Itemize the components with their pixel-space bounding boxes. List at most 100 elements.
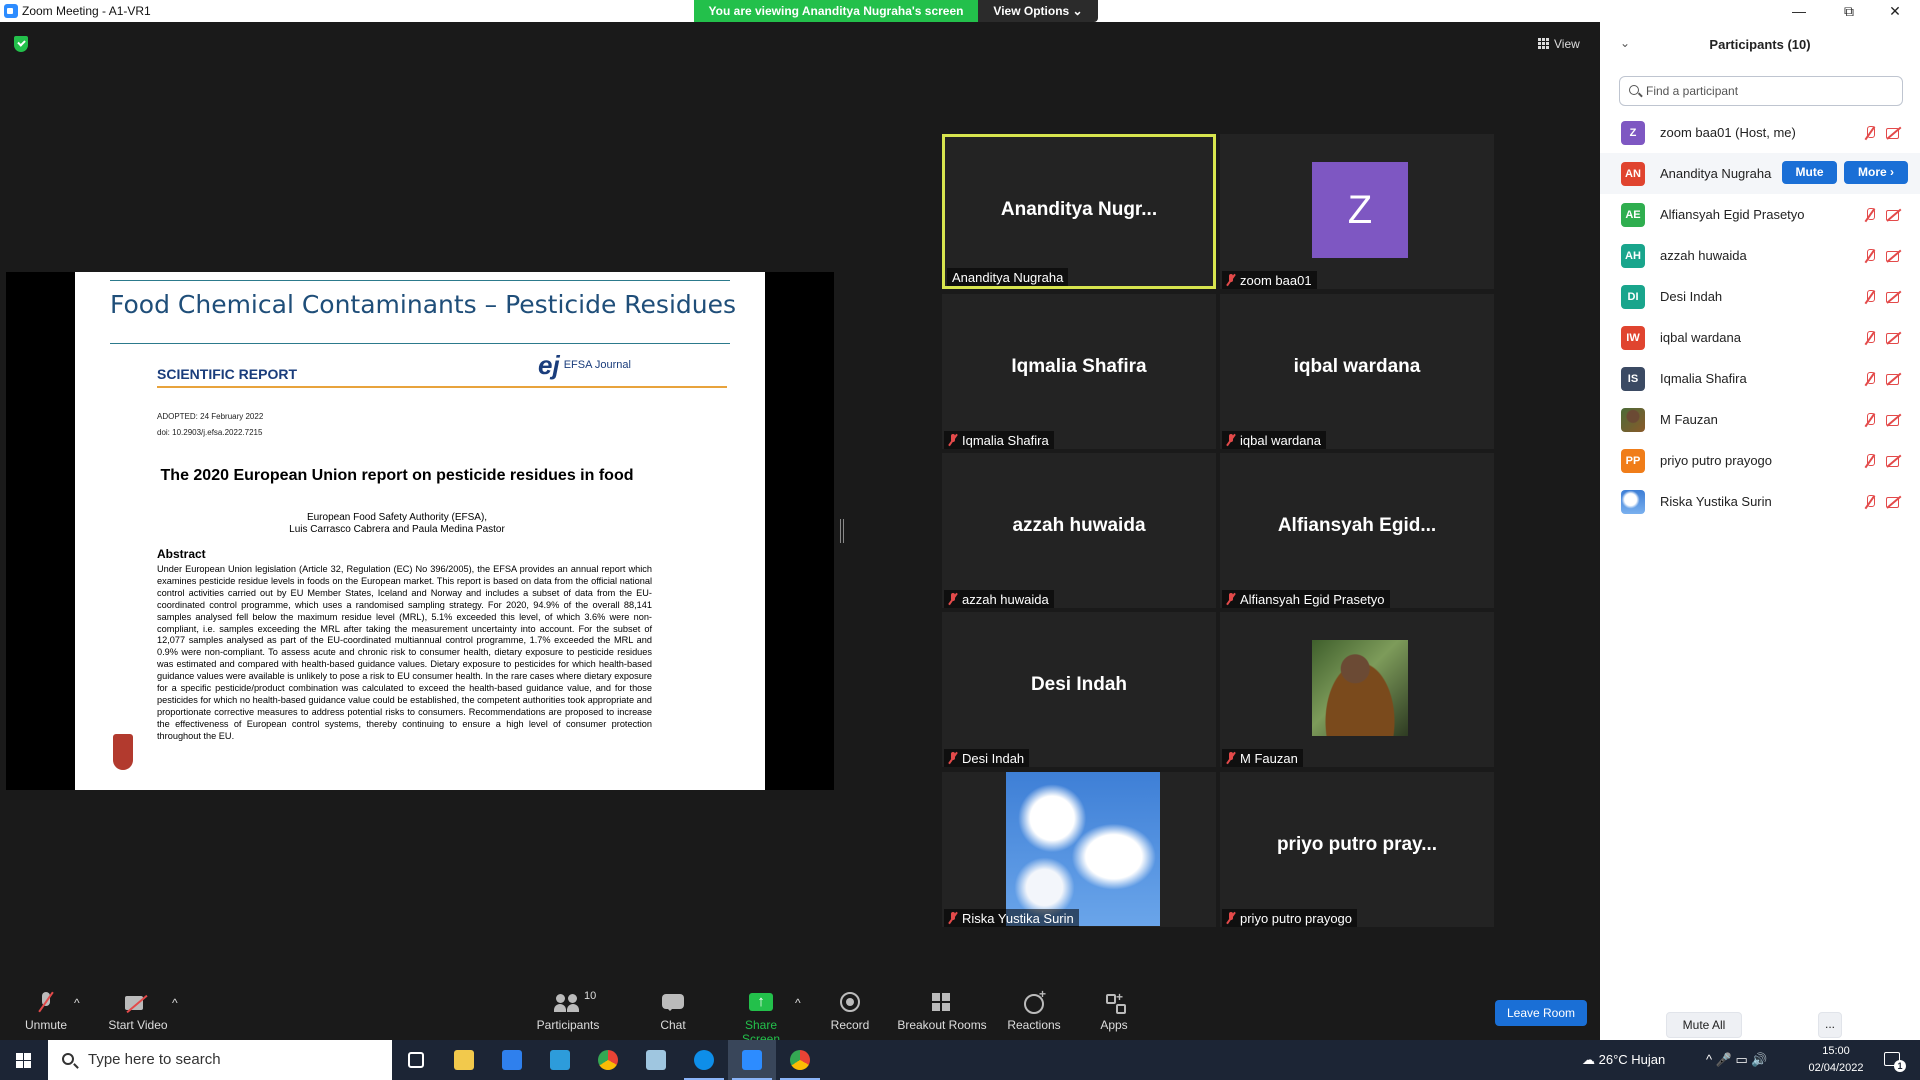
video-off-icon — [1886, 291, 1902, 303]
video-tile[interactable]: priyo putro pray... priyo putro prayogo — [1220, 772, 1494, 927]
zoom-taskbar-button[interactable] — [728, 1040, 776, 1080]
chrome-profile-button[interactable] — [776, 1040, 824, 1080]
audio-options-caret[interactable]: ^ — [74, 996, 80, 1042]
video-tile[interactable]: Riska Yustika Surin — [942, 772, 1216, 927]
close-button[interactable]: ✕ — [1872, 0, 1918, 22]
participant-row[interactable]: IS Iqmalia Shafira — [1600, 358, 1920, 399]
participant-name: iqbal wardana — [1660, 330, 1741, 345]
participant-row[interactable]: M Fauzan — [1600, 399, 1920, 440]
tile-name-label: azzah huwaida — [944, 590, 1054, 608]
participant-name: azzah huwaida — [1660, 248, 1747, 263]
cloud-rain-icon: ☁ — [1582, 1052, 1595, 1067]
participant-row[interactable]: DI Desi Indah — [1600, 276, 1920, 317]
store-button[interactable] — [488, 1040, 536, 1080]
mute-all-button[interactable]: Mute All — [1666, 1012, 1742, 1038]
task-view-icon — [408, 1052, 424, 1068]
avatar — [1621, 408, 1645, 432]
video-tile[interactable]: Alfiansyah Egid... Alfiansyah Egid Prase… — [1220, 453, 1494, 608]
share-options-caret[interactable]: ^ — [795, 996, 801, 1042]
system-tray-icons[interactable]: ^ 🎤 ▭ 🔊 — [1706, 1040, 1768, 1080]
maximize-button[interactable]: ⧉ — [1826, 0, 1872, 22]
participants-button[interactable]: 10 Participants — [535, 990, 601, 1038]
mic-muted-icon — [1865, 413, 1875, 427]
start-video-button[interactable]: Start Video — [104, 992, 172, 1038]
muted-mic-icon — [949, 434, 957, 446]
record-button[interactable]: Record — [828, 992, 872, 1038]
avatar: IW — [1621, 326, 1645, 350]
tile-name-label: Desi Indah — [944, 749, 1030, 767]
authors: European Food Safety Authority (EFSA), L… — [289, 512, 505, 535]
video-tile[interactable]: Z zoom baa01 — [1220, 134, 1494, 289]
crest-icon — [113, 734, 133, 770]
video-off-icon — [1886, 496, 1902, 508]
record-icon — [840, 992, 860, 1014]
video-tile[interactable]: Iqmalia Shafira Iqmalia Shafira — [942, 294, 1216, 449]
file-explorer-button[interactable] — [440, 1040, 488, 1080]
meeting-toolbar: Unmute ^ Start Video ^ 10 Participants C… — [0, 980, 1600, 1046]
weather-widget[interactable]: ☁ 26°C Hujan — [1582, 1040, 1665, 1080]
find-participant-input[interactable]: Find a participant — [1619, 76, 1903, 106]
tile-display-name: priyo putro pray... — [1276, 834, 1438, 855]
mic-muted-icon — [1865, 208, 1875, 222]
apps-button[interactable]: Apps — [1098, 990, 1130, 1038]
participant-row[interactable]: IW iqbal wardana — [1600, 317, 1920, 358]
participant-row[interactable]: AH azzah huwaida — [1600, 235, 1920, 276]
leave-room-button[interactable]: Leave Room — [1495, 1000, 1587, 1026]
video-off-icon — [1886, 209, 1902, 221]
windows-icon — [16, 1053, 23, 1060]
video-options-caret[interactable]: ^ — [172, 996, 178, 1042]
tile-name-label: Alfiansyah Egid Prasetyo — [1222, 590, 1390, 608]
video-tile[interactable]: iqbal wardana iqbal wardana — [1220, 294, 1494, 449]
participant-row[interactable]: Z zoom baa01 (Host, me) — [1600, 112, 1920, 153]
app-icon — [646, 1050, 666, 1070]
share-screen-icon — [749, 992, 773, 1014]
tile-name-label: iqbal wardana — [1222, 431, 1326, 449]
start-button[interactable] — [0, 1040, 48, 1080]
participants-count: 10 — [584, 990, 597, 1002]
mail-button[interactable] — [536, 1040, 584, 1080]
app-button[interactable] — [632, 1040, 680, 1080]
unmute-button[interactable]: Unmute — [20, 992, 72, 1038]
breakout-rooms-icon — [932, 992, 952, 1014]
participant-row[interactable]: AN Ananditya Nugraha Mute More › — [1600, 153, 1920, 194]
reactions-button[interactable]: Reactions — [1007, 987, 1061, 1038]
share-screen-button[interactable]: Share Screen — [725, 992, 797, 1046]
divider — [110, 280, 730, 281]
video-tile[interactable]: M Fauzan — [1220, 612, 1494, 767]
more-options-button[interactable]: More › — [1844, 161, 1908, 184]
resize-handle[interactable] — [840, 519, 844, 543]
teamviewer-button[interactable] — [680, 1040, 728, 1080]
chrome-button[interactable] — [584, 1040, 632, 1080]
minimize-button[interactable]: — — [1776, 0, 1822, 22]
meeting-area: View Food Chemical Contaminants – Pestic… — [0, 22, 1600, 980]
view-layout-button[interactable]: View — [1538, 34, 1590, 54]
view-label: View — [1554, 37, 1580, 51]
taskbar-search-input[interactable]: Type here to search — [48, 1040, 392, 1080]
security-shield-icon[interactable] — [14, 36, 28, 52]
window-title: Zoom Meeting - A1-VR1 — [22, 4, 151, 18]
muted-mic-icon — [1227, 434, 1235, 446]
breakout-rooms-button[interactable]: Breakout Rooms — [897, 992, 987, 1038]
tile-display-name: Desi Indah — [1030, 674, 1128, 695]
muted-mic-icon — [1227, 912, 1235, 924]
participant-name: Alfiansyah Egid Prasetyo — [1660, 207, 1805, 222]
video-tile[interactable]: Ananditya Nugr... Ananditya Nugraha — [942, 134, 1216, 289]
participant-name: Riska Yustika Surin — [1660, 494, 1772, 509]
chat-button[interactable]: Chat — [656, 992, 690, 1038]
participant-row[interactable]: AE Alfiansyah Egid Prasetyo — [1600, 194, 1920, 235]
tile-display-name: Ananditya Nugr... — [1000, 199, 1158, 220]
panel-more-button[interactable]: ... — [1818, 1012, 1842, 1038]
mic-muted-icon — [1865, 249, 1875, 263]
abstract-heading: Abstract — [157, 547, 206, 561]
participants-icon: 10 — [554, 990, 596, 1014]
efsa-journal-logo: ej EFSA Journal — [538, 350, 631, 380]
view-options-button[interactable]: View Options ⌄ — [978, 0, 1098, 22]
task-view-button[interactable] — [392, 1040, 440, 1080]
participant-row[interactable]: PP priyo putro prayogo — [1600, 440, 1920, 481]
clock[interactable]: 15:00 02/04/2022 — [1796, 1043, 1876, 1077]
video-tile[interactable]: Desi Indah Desi Indah — [942, 612, 1216, 767]
reactions-icon — [1024, 987, 1046, 1014]
participant-row[interactable]: Riska Yustika Surin — [1600, 481, 1920, 522]
mute-participant-button[interactable]: Mute — [1782, 161, 1837, 184]
video-tile[interactable]: azzah huwaida azzah huwaida — [942, 453, 1216, 608]
